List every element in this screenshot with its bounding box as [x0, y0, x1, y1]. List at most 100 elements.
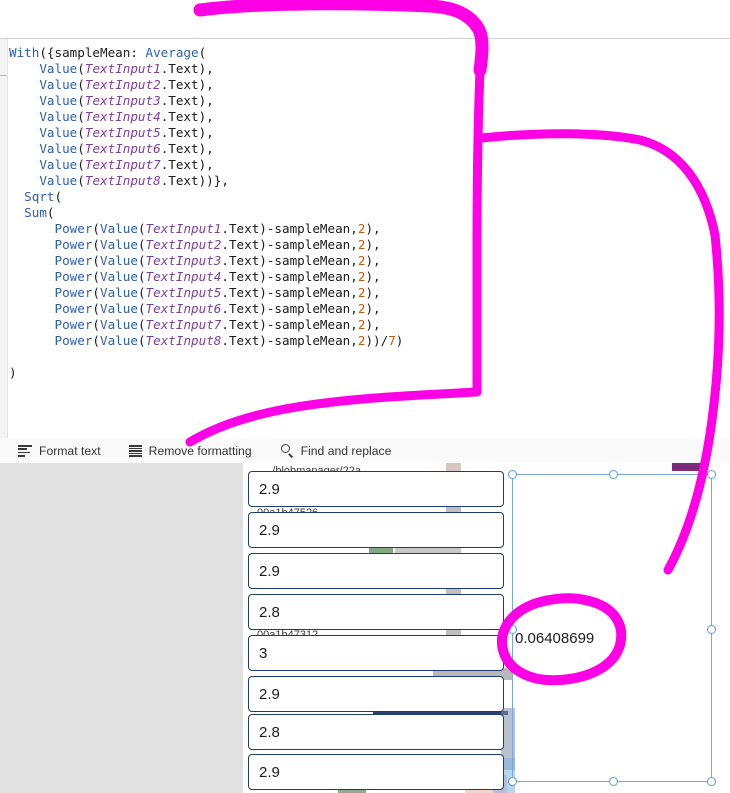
code-token: ), — [365, 221, 381, 236]
code-token: ( — [92, 301, 101, 316]
code-line: Power(Value(TextInput5.Text)-sampleMean,… — [9, 285, 730, 301]
code-token: ( — [137, 333, 146, 348]
code-token: ( — [137, 317, 146, 332]
text-input-1[interactable]: 2.9 — [248, 471, 504, 507]
resize-handle-bottom-right[interactable] — [707, 777, 716, 786]
code-line: Power(Value(TextInput1.Text)-sampleMean,… — [9, 221, 730, 237]
code-token: ), — [365, 301, 381, 316]
resize-handle-top-center[interactable] — [608, 470, 618, 479]
code-line: Power(Value(TextInput7.Text)-sampleMean,… — [9, 317, 730, 333]
formula-editor-panel[interactable]: With({sampleMean: Average( Value(TextInp… — [0, 38, 730, 440]
code-token: .Text)-sampleMean, — [221, 285, 358, 300]
code-token: TextInput6 — [84, 141, 161, 156]
code-token: .Text), — [160, 141, 214, 156]
find-and-replace-button[interactable]: Find and replace — [266, 438, 406, 463]
code-line: Power(Value(TextInput4.Text)-sampleMean,… — [9, 269, 730, 285]
text-input-value: 3 — [259, 644, 268, 662]
code-line: Value(TextInput3.Text), — [9, 93, 730, 109]
remove-formatting-label: Remove formatting — [148, 443, 252, 458]
code-token: Value — [39, 125, 78, 140]
code-token: TextInput5 — [145, 285, 222, 300]
top-white-strip — [0, 0, 730, 38]
code-token: ), — [365, 253, 381, 268]
code-token: ( — [54, 189, 63, 204]
resize-handle-bottom-left[interactable] — [508, 777, 517, 786]
resize-handle-top-left[interactable] — [508, 470, 517, 479]
code-token: Value — [100, 285, 138, 300]
code-token: ), — [365, 237, 381, 252]
format-text-label: Format text — [39, 443, 101, 458]
code-token: Power — [54, 253, 93, 268]
result-label-selected[interactable]: 0.06408699 — [508, 470, 716, 786]
code-token: TextInput1 — [84, 61, 161, 76]
code-token: Value — [39, 109, 78, 124]
code-token: .Text), — [160, 93, 214, 108]
remove-formatting-icon — [128, 445, 142, 457]
code-token: TextInput8 — [84, 173, 161, 188]
text-input-value: 2.9 — [259, 521, 280, 539]
code-token: Average — [145, 45, 199, 60]
format-text-button[interactable]: Format text — [0, 438, 115, 463]
editor-gutter — [0, 39, 8, 439]
code-line: Value(TextInput6.Text), — [9, 141, 730, 157]
code-token: ( — [137, 237, 146, 252]
resize-handle-bottom-center[interactable] — [608, 777, 618, 786]
code-line: Power(Value(TextInput6.Text)-sampleMean,… — [9, 301, 730, 317]
code-token: ( — [77, 93, 85, 108]
text-input-6[interactable]: 2.9 — [248, 676, 504, 712]
code-token: Value — [100, 317, 138, 332]
code-token: ( — [137, 253, 146, 268]
code-token: TextInput2 — [145, 237, 222, 252]
text-input-7[interactable]: 2.8 — [248, 714, 504, 750]
code-token: ( — [77, 61, 85, 76]
text-input-value: 2.9 — [259, 685, 280, 703]
find-and-replace-label: Find and replace — [300, 443, 392, 458]
code-line: Sum( — [9, 205, 730, 221]
code-token: Value — [39, 157, 78, 172]
code-token: ( — [77, 157, 85, 172]
code-line: Sqrt( — [9, 189, 730, 205]
code-token: Value — [39, 61, 78, 76]
text-input-3[interactable]: 2.9 — [248, 553, 504, 589]
code-token: ( — [92, 253, 101, 268]
code-token: Power — [54, 237, 93, 252]
resize-handle-top-right[interactable] — [707, 470, 716, 479]
code-token: .Text))}, — [160, 173, 229, 188]
resize-handle-middle-left[interactable] — [508, 624, 517, 634]
code-token: Value — [39, 77, 78, 92]
remove-formatting-button[interactable]: Remove formatting — [115, 438, 266, 463]
code-token: TextInput7 — [84, 157, 161, 172]
code-token: TextInput5 — [84, 125, 161, 140]
app-canvas[interactable]: ...../blobmanager/22a 00a1b47526 00a1b47… — [243, 463, 730, 793]
code-token: .Text), — [160, 61, 214, 76]
code-token: Power — [54, 333, 93, 348]
code-token: .Text), — [160, 125, 214, 140]
text-input-2[interactable]: 2.9 — [248, 512, 504, 548]
resize-handle-middle-right[interactable] — [707, 624, 716, 634]
code-line: ) — [9, 365, 730, 381]
code-token: .Text)-sampleMean, — [221, 253, 358, 268]
text-input-8[interactable]: 2.9 — [248, 754, 504, 790]
code-token: .Text), — [160, 77, 214, 92]
code-token: ( — [92, 221, 101, 236]
code-token: ( — [92, 237, 101, 252]
code-token: Power — [54, 301, 93, 316]
code-line: Value(TextInput5.Text), — [9, 125, 730, 141]
text-input-value: 2.8 — [259, 603, 280, 621]
code-token: ( — [92, 269, 101, 284]
code-token: ) — [9, 365, 17, 380]
text-input-4[interactable]: 2.8 — [248, 594, 504, 630]
text-input-5[interactable]: 3 — [248, 635, 504, 671]
code-token: ( — [77, 141, 85, 156]
formula-code[interactable]: With({sampleMean: Average( Value(TextInp… — [9, 45, 730, 381]
format-text-icon — [18, 445, 32, 457]
code-token: ), — [365, 285, 381, 300]
code-token: ), — [365, 269, 381, 284]
